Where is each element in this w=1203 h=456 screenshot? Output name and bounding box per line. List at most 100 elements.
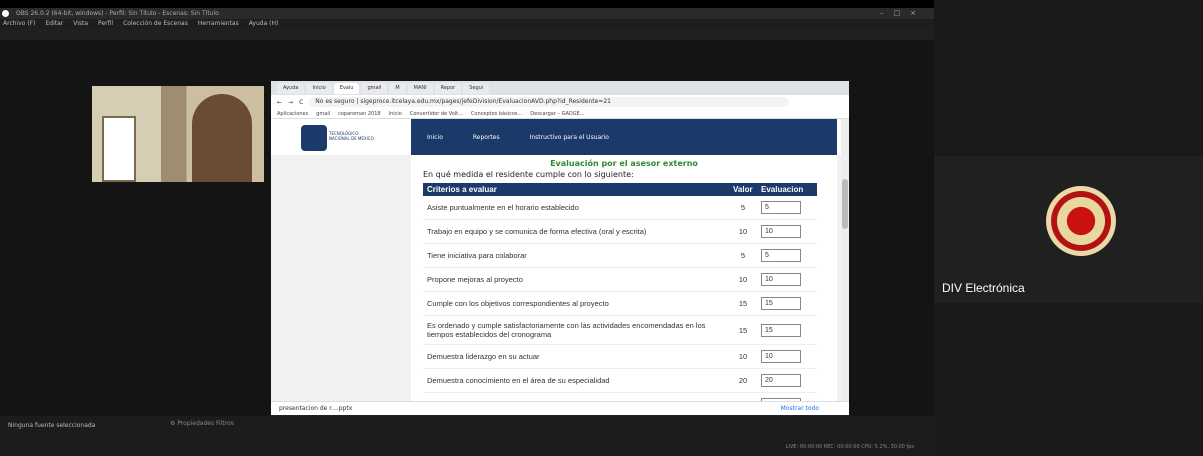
- tab-reportes[interactable]: Repor: [434, 82, 462, 94]
- evaluation-input[interactable]: 10: [761, 350, 801, 363]
- browser-tabbar: Ayuda Inicio Evalu gmail M MANI Repor Se…: [271, 81, 849, 95]
- gear-icon: ⚙: [170, 420, 176, 427]
- menu-herramientas[interactable]: Herramientas: [198, 19, 239, 29]
- evaluation-input[interactable]: 20: [761, 374, 801, 387]
- criterion-cell: Tiene iniciativa para colaborar: [423, 243, 729, 268]
- obs-titlebar: OBS 26.0.2 (64-bit, windows) - Perfil: S…: [0, 8, 934, 19]
- tab-mani[interactable]: MANI: [407, 82, 433, 94]
- obs-bottom-bar: Ninguna fuente seleccionada ⚙ Propiedade…: [0, 416, 934, 456]
- table-row: Es ordenado y cumple satisfactoriamente …: [423, 315, 817, 345]
- page-scrollbar[interactable]: [841, 119, 849, 401]
- evaluation-cell: 10: [757, 219, 817, 244]
- criterion-cell: Demuestra liderazgo en su actuar: [423, 344, 729, 369]
- obs-stats: LIVE: 00:00:00 REC: 00:00:00 CPU: 5.2%, …: [785, 444, 914, 450]
- criterion-cell: Trabajo en equipo y se comunica de forma…: [423, 219, 729, 244]
- evaluation-input[interactable]: 15: [761, 297, 801, 310]
- obs-menubar: Archivo (F) Editar Vista Perfil Colecció…: [0, 19, 934, 29]
- evaluation-cell: 20: [757, 368, 817, 393]
- table-row: Cumple con los objetivos correspondiente…: [423, 291, 817, 316]
- nav-reportes[interactable]: Reportes: [473, 134, 500, 141]
- screen: OBS 26.0.2 (64-bit, windows) - Perfil: S…: [0, 0, 1203, 456]
- bookmarks-bar: Aplicaciones gmail coparoman 2018 Inicio…: [271, 109, 849, 119]
- header-evaluacion: Evaluacion: [757, 183, 817, 196]
- bookmark-convertidor[interactable]: Convertidor de Volt...: [410, 109, 463, 118]
- evaluation-input[interactable]: 5: [761, 201, 801, 214]
- obs-title: OBS 26.0.2 (64-bit, windows) - Perfil: S…: [16, 10, 219, 17]
- download-bar: presentacion de r....pptx Mostrar todo: [271, 401, 849, 415]
- evaluation-table: Criterios a evaluar Valor Evaluacion Asi…: [423, 183, 817, 401]
- value-cell: 5: [729, 243, 757, 268]
- value-cell: 5: [729, 196, 757, 220]
- obs-window: OBS 26.0.2 (64-bit, windows) - Perfil: S…: [0, 8, 934, 456]
- bookmark-gmail[interactable]: gmail: [316, 109, 330, 118]
- obs-logo-icon: [2, 10, 9, 17]
- section-question: En qué medida el residente cumple con lo…: [423, 170, 634, 179]
- table-row: Asiste puntualmente en el horario establ…: [423, 196, 817, 220]
- bookmark-descargar[interactable]: Descargar – GADGE...: [530, 109, 584, 118]
- back-icon[interactable]: ←: [277, 99, 282, 106]
- tab-evaluacion[interactable]: Evalu: [333, 82, 360, 94]
- tab-seguimiento[interactable]: Segui: [463, 82, 490, 94]
- participant-name: DIV Electrónica: [942, 281, 1025, 295]
- criterion-cell: Demuestra un comportamiento ético (es di…: [423, 392, 729, 401]
- menu-vista[interactable]: Vista: [73, 19, 88, 29]
- tab-ayuda[interactable]: Ayuda: [277, 82, 305, 94]
- criterion-cell: Cumple con los objetivos correspondiente…: [423, 291, 729, 316]
- properties-button[interactable]: ⚙ Propiedades Filtros: [170, 420, 234, 427]
- menu-editar[interactable]: Editar: [45, 19, 63, 29]
- bookmark-inicio[interactable]: Inicio: [389, 109, 402, 118]
- bookmark-aplicaciones[interactable]: Aplicaciones: [277, 109, 308, 118]
- value-cell: 10: [729, 344, 757, 369]
- evaluation-cell: 5: [757, 196, 817, 220]
- header-valor: Valor: [729, 183, 757, 196]
- window-controls[interactable]: –□×: [880, 8, 926, 19]
- value-cell: [729, 392, 757, 401]
- tab-m[interactable]: M: [389, 82, 406, 94]
- properties-label: Propiedades: [177, 420, 215, 427]
- value-cell: 15: [729, 315, 757, 345]
- evaluation-input[interactable]: 5: [761, 249, 801, 262]
- tab-gmail[interactable]: gmail: [361, 82, 388, 94]
- webcam-feed: [92, 86, 264, 182]
- tecnm-logo: [301, 125, 327, 151]
- browser-addressbar: ← → C No es seguro | sigeproce.itcelaya.…: [271, 95, 849, 109]
- criterion-cell: Propone mejoras al proyecto: [423, 267, 729, 292]
- captured-browser: Ayuda Inicio Evalu gmail M MANI Repor Se…: [271, 81, 849, 415]
- meeting-panel: DIV Electrónica: [934, 0, 1203, 456]
- url-field[interactable]: No es seguro | sigeproce.itcelaya.edu.mx…: [309, 97, 789, 107]
- evaluation-cell: 15: [757, 291, 817, 316]
- table-row: Demuestra conocimiento en el área de su …: [423, 368, 817, 393]
- table-row: Tiene iniciativa para colaborar 5 5: [423, 243, 817, 268]
- evaluation-cell: 15: [757, 315, 817, 345]
- bookmark-conceptos[interactable]: Conceptos básicos...: [471, 109, 522, 118]
- evaluation-cell: [757, 392, 817, 401]
- page-header: TECNOLÓGICO NACIONAL DE MÉXICO Inicio Re…: [271, 119, 849, 155]
- reload-icon[interactable]: C: [299, 99, 303, 106]
- tab-inicio[interactable]: Inicio: [306, 82, 332, 94]
- value-cell: 10: [729, 267, 757, 292]
- obs-preview[interactable]: Ayuda Inicio Evalu gmail M MANI Repor Se…: [0, 40, 934, 427]
- nav-instructivo[interactable]: Instructivo para el Usuario: [530, 134, 609, 141]
- menu-archivo[interactable]: Archivo (F): [3, 19, 35, 29]
- scroll-thumb[interactable]: [842, 179, 848, 229]
- menu-coleccion[interactable]: Colección de Escenas: [123, 19, 188, 29]
- evaluation-input[interactable]: 15: [761, 323, 801, 337]
- header-criterios: Criterios a evaluar: [423, 183, 729, 196]
- menu-perfil[interactable]: Perfil: [98, 19, 113, 29]
- school-name: TECNOLÓGICO NACIONAL DE MÉXICO: [329, 131, 374, 141]
- download-file[interactable]: presentacion de r....pptx: [279, 405, 352, 412]
- table-row: Demuestra liderazgo en su actuar 10 10: [423, 344, 817, 369]
- filters-label[interactable]: Filtros: [216, 420, 234, 427]
- show-all-link[interactable]: Mostrar todo: [781, 402, 819, 416]
- forward-icon[interactable]: →: [288, 99, 293, 106]
- participant-tile[interactable]: DIV Electrónica: [934, 156, 1203, 303]
- person-image: [192, 94, 252, 182]
- criterion-cell: Es ordenado y cumple satisfactoriamente …: [423, 315, 729, 345]
- nav-inicio[interactable]: Inicio: [427, 134, 443, 141]
- evaluation-input[interactable]: 10: [761, 273, 801, 286]
- menu-ayuda[interactable]: Ayuda (H): [249, 19, 279, 29]
- bookmark-coparoman[interactable]: coparoman 2018: [338, 109, 380, 118]
- evaluation-input[interactable]: 10: [761, 225, 801, 238]
- table-header-row: Criterios a evaluar Valor Evaluacion: [423, 183, 817, 196]
- table-row: Propone mejoras al proyecto 10 10: [423, 267, 817, 292]
